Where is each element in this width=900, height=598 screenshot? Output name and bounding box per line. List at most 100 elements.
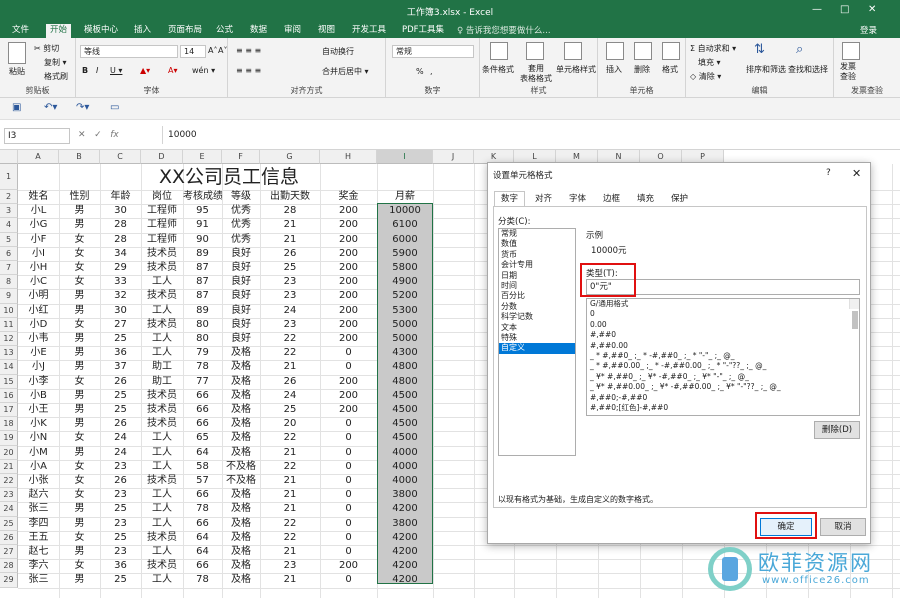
data-cell[interactable]: 男	[59, 502, 100, 516]
data-cell[interactable]: 24	[100, 431, 141, 445]
data-cell[interactable]: 及格	[222, 346, 260, 360]
category-item[interactable]: 货币	[499, 250, 575, 260]
data-cell[interactable]: 男	[59, 289, 100, 303]
data-cell[interactable]: 90	[183, 233, 222, 247]
select-all-corner[interactable]	[0, 150, 18, 164]
data-cell[interactable]: 4500	[377, 403, 433, 417]
data-cell[interactable]: 3800	[377, 488, 433, 502]
header-cell[interactable]: 奖金	[320, 190, 377, 204]
data-cell[interactable]: 小M	[18, 446, 59, 460]
data-cell[interactable]: 4800	[377, 360, 433, 374]
data-cell[interactable]: 21	[260, 446, 320, 460]
data-cell[interactable]: 女	[59, 233, 100, 247]
tab-review[interactable]: 审阅	[280, 24, 305, 38]
data-cell[interactable]: 工人	[141, 460, 183, 474]
header-cell[interactable]: 考核成绩	[183, 190, 222, 204]
data-cell[interactable]: 21	[260, 474, 320, 488]
data-cell[interactable]: 4900	[377, 275, 433, 289]
conditional-format-icon[interactable]	[490, 42, 508, 60]
data-cell[interactable]: 57	[183, 474, 222, 488]
format-code-item[interactable]: _ ¥* #,##0_ ;_ ¥* -#,##0_ ;_ ¥* "-"_ ;_ …	[587, 372, 859, 382]
data-cell[interactable]: 小A	[18, 460, 59, 474]
data-cell[interactable]: 36	[100, 346, 141, 360]
data-cell[interactable]: 女	[59, 375, 100, 389]
data-cell[interactable]: 技术员	[141, 403, 183, 417]
data-cell[interactable]: 女	[59, 247, 100, 261]
column-header[interactable]: G	[260, 150, 320, 164]
data-cell[interactable]: 4300	[377, 346, 433, 360]
column-header[interactable]: A	[18, 150, 59, 164]
data-cell[interactable]: 25	[100, 389, 141, 403]
category-item[interactable]: 科学记数	[499, 312, 575, 322]
data-cell[interactable]: 小N	[18, 431, 59, 445]
number-format-select[interactable]: 常规	[392, 45, 474, 58]
data-cell[interactable]: 李六	[18, 559, 59, 573]
tell-me-search[interactable]: ♀ 告诉我您想要做什么...	[457, 24, 551, 36]
format-code-item[interactable]: #,##0.00	[587, 341, 859, 351]
data-cell[interactable]: 24	[260, 389, 320, 403]
data-cell[interactable]: 良好	[222, 332, 260, 346]
data-cell[interactable]: 小明	[18, 289, 59, 303]
percent-button[interactable]: %	[416, 67, 424, 76]
data-cell[interactable]: 男	[59, 218, 100, 232]
row-header[interactable]: 2	[0, 190, 18, 205]
data-cell[interactable]: 及格	[222, 545, 260, 559]
data-cell[interactable]: 25	[100, 403, 141, 417]
data-cell[interactable]: 23	[260, 289, 320, 303]
data-cell[interactable]: 6000	[377, 233, 433, 247]
data-cell[interactable]: 200	[320, 403, 377, 417]
data-cell[interactable]: 26	[260, 247, 320, 261]
data-cell[interactable]: 工人	[141, 545, 183, 559]
cell-style-button[interactable]: 单元格样式	[556, 64, 596, 75]
column-header[interactable]: F	[222, 150, 260, 164]
data-cell[interactable]: 5000	[377, 332, 433, 346]
data-cell[interactable]: 工人	[141, 446, 183, 460]
row-header[interactable]: 5	[0, 232, 18, 247]
data-cell[interactable]: 0	[320, 545, 377, 559]
header-cell[interactable]: 年龄	[100, 190, 141, 204]
row-header[interactable]: 23	[0, 488, 18, 503]
data-cell[interactable]: 5800	[377, 261, 433, 275]
category-item[interactable]: 文本	[499, 323, 575, 333]
data-cell[interactable]: 工人	[141, 332, 183, 346]
row-header[interactable]: 8	[0, 275, 18, 290]
data-cell[interactable]: 4500	[377, 417, 433, 431]
maximize-button[interactable]: □	[840, 4, 849, 15]
insert-cells-button[interactable]: 插入	[606, 64, 622, 75]
copy-button[interactable]: 复制 ▾	[44, 57, 67, 68]
invoice-check-icon[interactable]	[842, 42, 860, 60]
category-item[interactable]: 特殊	[499, 333, 575, 343]
category-item-selected[interactable]: 自定义	[499, 343, 575, 354]
row-header[interactable]: 10	[0, 303, 18, 318]
data-cell[interactable]: 工人	[141, 346, 183, 360]
row-header[interactable]: 17	[0, 403, 18, 418]
data-cell[interactable]: 22	[260, 431, 320, 445]
fill-button[interactable]: 填充 ▾	[698, 57, 721, 68]
data-cell[interactable]: 87	[183, 275, 222, 289]
data-cell[interactable]: 女	[59, 460, 100, 474]
data-cell[interactable]: 24	[260, 304, 320, 318]
data-cell[interactable]: 5300	[377, 304, 433, 318]
format-code-item[interactable]: 0	[587, 309, 859, 319]
data-cell[interactable]: 良好	[222, 247, 260, 261]
category-item[interactable]: 时间	[499, 281, 575, 291]
category-item[interactable]: 百分比	[499, 291, 575, 301]
data-cell[interactable]: 技术员	[141, 559, 183, 573]
data-cell[interactable]: 张三	[18, 573, 59, 587]
data-cell[interactable]: 工程师	[141, 218, 183, 232]
data-cell[interactable]: 22	[260, 517, 320, 531]
data-cell[interactable]: 不及格	[222, 460, 260, 474]
data-cell[interactable]: 男	[59, 332, 100, 346]
data-cell[interactable]: 28	[100, 233, 141, 247]
header-cell[interactable]: 性别	[59, 190, 100, 204]
data-cell[interactable]: 技术员	[141, 247, 183, 261]
data-cell[interactable]: 95	[183, 204, 222, 218]
data-cell[interactable]: 工程师	[141, 233, 183, 247]
data-cell[interactable]: 工人	[141, 431, 183, 445]
tab-developer[interactable]: 开发工具	[348, 24, 390, 38]
format-cells-button[interactable]: 格式	[662, 64, 678, 75]
find-select-icon[interactable]: ⌕	[796, 42, 803, 57]
row-header[interactable]: 12	[0, 332, 18, 347]
data-cell[interactable]: 26	[100, 375, 141, 389]
table-format-icon[interactable]	[526, 42, 544, 60]
